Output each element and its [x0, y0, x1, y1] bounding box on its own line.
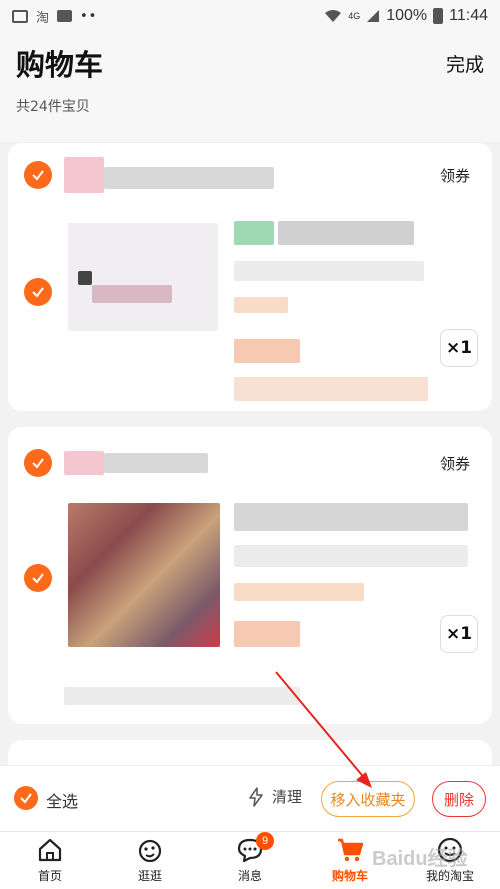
cart-action-bar: 全选 清理 移入收藏夹 删除: [0, 765, 500, 831]
tab-guangguang[interactable]: 逛逛: [100, 832, 200, 889]
quantity-button[interactable]: ×1: [440, 615, 478, 653]
price-blurred: [234, 621, 300, 647]
move-to-favorites-button[interactable]: 移入收藏夹: [321, 781, 415, 817]
message-badge: 9: [256, 832, 274, 850]
store-card: 领券 ×1: [8, 143, 492, 411]
tab-label: 首页: [37, 869, 62, 883]
clear-button[interactable]: 清理: [246, 786, 302, 807]
promo-tag-blurred: [234, 297, 288, 313]
delete-button[interactable]: 删除: [432, 781, 486, 817]
store-card: 领券 ×1: [8, 427, 492, 724]
gallery-icon: [12, 9, 28, 23]
price-blurred: [234, 339, 300, 363]
store-checkbox[interactable]: [24, 449, 52, 477]
store-promo-blurred: [64, 687, 300, 705]
clear-label: 清理: [272, 788, 303, 806]
taobao-notification-icon: 淘: [36, 10, 50, 26]
signal-icon: [367, 10, 380, 22]
discount-info-blurred: [234, 377, 428, 401]
store-checkbox[interactable]: [24, 161, 52, 189]
done-button[interactable]: 完成: [446, 50, 484, 77]
promo-tag-blurred: [234, 583, 364, 601]
status-bar: 淘 •• 4G 100% 11:44: [0, 0, 500, 32]
wifi-icon: [325, 10, 342, 22]
more-notifications-icon: ••: [80, 8, 98, 24]
product-image[interactable]: [68, 503, 220, 647]
coupon-button[interactable]: 领券: [440, 165, 470, 186]
cart-header: 购物车 完成 共24件宝贝: [0, 32, 500, 142]
status-time: 11:44: [449, 7, 488, 24]
chat-notification-icon: [57, 10, 73, 22]
item-checkbox[interactable]: [24, 564, 52, 592]
item-checkbox[interactable]: [24, 278, 52, 306]
tab-home[interactable]: 首页: [0, 832, 100, 889]
battery-percent: 100%: [386, 7, 428, 24]
check-icon: [32, 458, 44, 469]
select-all-checkbox[interactable]: [14, 786, 38, 810]
baidu-watermark: Baidu经验: [372, 848, 468, 870]
home-icon: [38, 838, 62, 862]
page-title: 购物车: [16, 48, 104, 82]
tab-label: 消息: [237, 869, 262, 883]
sku-selector-blurred[interactable]: [234, 261, 424, 281]
sku-selector-blurred[interactable]: [234, 545, 468, 567]
check-icon: [32, 573, 44, 584]
quantity-button[interactable]: ×1: [440, 329, 478, 367]
battery-icon: [433, 8, 444, 24]
product-title-blurred[interactable]: [234, 503, 468, 531]
item-count: 共24件宝贝: [16, 99, 90, 115]
cart-icon: [338, 838, 364, 862]
coupon-button[interactable]: 领券: [440, 453, 470, 474]
tab-messages[interactable]: 9 消息: [200, 832, 300, 889]
select-all-label[interactable]: 全选: [46, 788, 78, 812]
guangguang-icon: [138, 839, 162, 863]
tab-label: 逛逛: [137, 869, 162, 883]
check-icon: [32, 170, 44, 181]
signal-label: 4G: [348, 11, 361, 21]
product-image[interactable]: [68, 223, 218, 331]
check-icon: [20, 793, 32, 804]
check-icon: [32, 287, 44, 298]
lightning-icon: [249, 786, 263, 807]
tab-label: 购物车: [331, 869, 368, 883]
